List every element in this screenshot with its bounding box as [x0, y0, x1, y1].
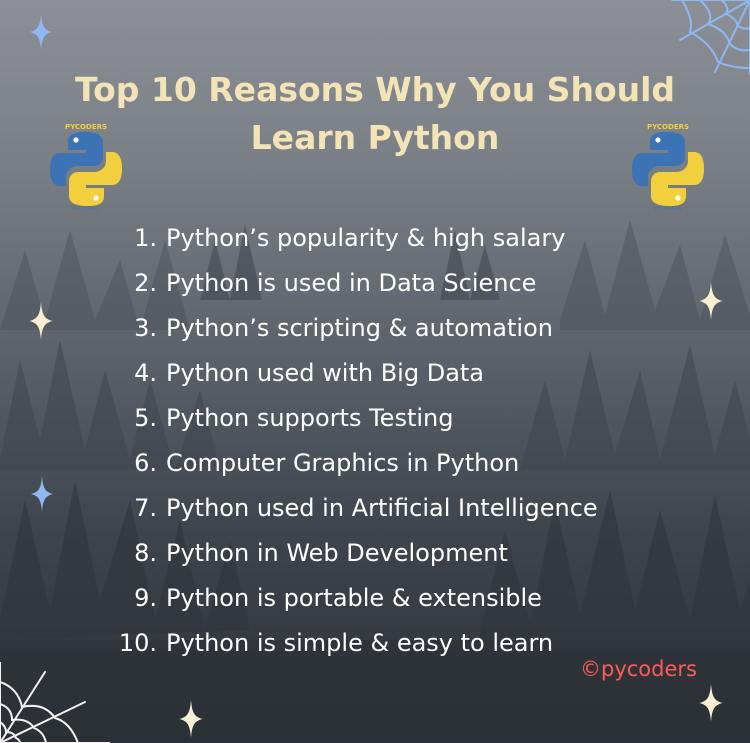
item-number: 6.	[134, 449, 157, 477]
item-text: Python’s popularity & high salary	[166, 224, 566, 252]
item-text: Python’s scripting & automation	[166, 314, 553, 342]
logo-caption-top: PYCODERS	[65, 123, 107, 131]
item-text: Python is portable & extensible	[166, 584, 542, 612]
sparkle-icon	[179, 700, 203, 738]
list-item: 9. Python is portable & extensible	[0, 578, 750, 623]
sparkle-right-mid	[699, 282, 723, 320]
item-text: Python is simple & easy to learn	[166, 629, 554, 657]
sparkle-icon	[699, 684, 723, 722]
item-text: Python in Web Development	[166, 539, 508, 567]
author-handle: ©pycoders	[580, 657, 697, 681]
item-text: Python used in Artificial Intelligence	[166, 494, 598, 522]
list-item: 8. Python in Web Development	[0, 533, 750, 578]
item-number: 10.	[118, 629, 157, 657]
python-logo-left: PYCODERS PYCODERS	[48, 120, 124, 210]
title-line-1: Top 10 Reasons Why You Should	[74, 70, 676, 109]
spider-web-bottom-left	[0, 662, 110, 743]
reasons-list: 1. Python’s popularity & high salary 2. Py…	[0, 218, 750, 668]
item-text: Python is used in Data Science	[166, 269, 537, 297]
poster: Top 10 Reasons Why You Should Learn Pyth…	[0, 0, 750, 743]
list-item: 5. Python supports Testing	[0, 398, 750, 443]
logo-caption-top: PYCODERS	[647, 123, 689, 131]
item-number: 2.	[134, 269, 157, 297]
spider-web-icon	[671, 0, 750, 75]
sparkle-left-mid	[29, 302, 53, 340]
python-logo-right: PYCODERS PYCODERS	[630, 120, 706, 210]
sparkle-icon	[30, 14, 52, 50]
list-item: 4. Python used with Big Data	[0, 353, 750, 398]
sparkle-icon	[29, 302, 53, 340]
item-number: 3.	[134, 314, 157, 342]
item-text: Computer Graphics in Python	[166, 449, 520, 477]
sparkle-icon	[31, 476, 53, 512]
list-item: 6. Computer Graphics in Python	[0, 443, 750, 488]
sparkle-bottom-right	[699, 684, 723, 722]
item-text: Python supports Testing	[166, 404, 454, 432]
item-number: 4.	[134, 359, 157, 387]
sparkle-top-left	[30, 14, 52, 50]
sparkle-bottom	[179, 700, 203, 738]
python-logo-icon: PYCODERS PYCODERS	[50, 123, 122, 210]
spider-web-icon	[0, 662, 110, 743]
sparkle-left-lower	[31, 476, 53, 512]
python-logo-icon: PYCODERS PYCODERS	[632, 123, 704, 210]
item-number: 9.	[134, 584, 157, 612]
item-text: Python used with Big Data	[166, 359, 485, 387]
logo-caption-bottom: PYCODERS	[73, 206, 100, 210]
item-number: 5.	[134, 404, 157, 432]
logo-caption-bottom: PYCODERS	[655, 206, 682, 210]
list-item: 2. Python is used in Data Science	[0, 263, 750, 308]
list-item: 3. Python’s scripting & automation	[0, 308, 750, 353]
item-number: 8.	[134, 539, 157, 567]
list-item: 1. Python’s popularity & high salary	[0, 218, 750, 263]
sparkle-icon	[699, 282, 723, 320]
item-number: 7.	[134, 494, 157, 522]
spider-web-top-right	[660, 0, 750, 75]
list-item: 7. Python used in Artificial Intelligence	[0, 488, 750, 533]
item-number: 1.	[134, 224, 157, 252]
